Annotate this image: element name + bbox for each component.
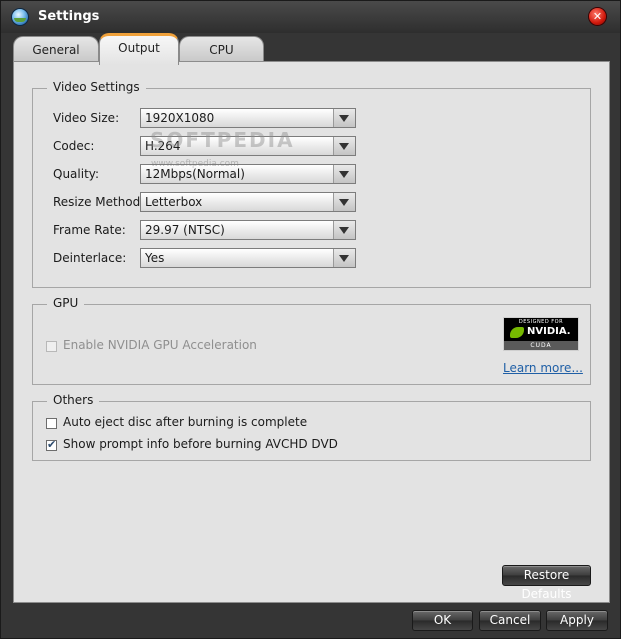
close-icon: ✕ — [592, 10, 603, 23]
video-size-select[interactable]: 1920X1080 — [140, 108, 356, 128]
app-globe-icon — [12, 9, 28, 25]
chevron-down-icon[interactable] — [333, 221, 355, 239]
codec-label: Codec: — [53, 139, 95, 153]
enable-gpu-label: Enable NVIDIA GPU Acceleration — [63, 338, 257, 352]
enable-gpu-checkbox[interactable] — [46, 341, 57, 352]
nvidia-eye-icon — [510, 327, 524, 338]
auto-eject-label: Auto eject disc after burning is complet… — [63, 415, 308, 429]
gpu-group: GPU Enable NVIDIA GPU Acceleration DESIG… — [32, 296, 591, 385]
apply-button[interactable]: Apply — [546, 610, 608, 631]
watermark: SOFTPEDIA — [150, 128, 295, 152]
deinterlace-select[interactable]: Yes — [140, 248, 356, 268]
close-button[interactable]: ✕ — [589, 8, 606, 25]
chevron-down-icon[interactable] — [333, 193, 355, 211]
tab-general[interactable]: General — [13, 36, 99, 61]
video-size-label: Video Size: — [53, 111, 120, 125]
video-settings-group: Video Settings Video Size: 1920X1080 Cod… — [32, 80, 591, 288]
watermark-url: www.softpedia.com — [151, 159, 239, 169]
tab-output[interactable]: Output — [99, 33, 179, 65]
chevron-down-icon[interactable] — [333, 137, 355, 155]
others-legend: Others — [47, 393, 100, 407]
output-tab-panel: Video Settings Video Size: 1920X1080 Cod… — [13, 61, 610, 603]
frame-rate-label: Frame Rate: — [53, 223, 126, 237]
chevron-down-icon[interactable] — [333, 249, 355, 267]
video-size-value: 1920X1080 — [145, 111, 215, 125]
restore-defaults-button[interactable]: Restore Defaults — [502, 565, 591, 601]
gpu-legend: GPU — [47, 296, 85, 310]
resize-method-select[interactable]: Letterbox — [140, 192, 356, 212]
show-prompt-checkbox[interactable] — [46, 438, 57, 451]
frame-rate-value: 29.97 (NTSC) — [145, 223, 225, 237]
show-prompt-label: Show prompt info before burning AVCHD DV… — [63, 437, 338, 451]
chevron-down-icon[interactable] — [333, 109, 355, 127]
frame-rate-select[interactable]: 29.97 (NTSC) — [140, 220, 356, 240]
quality-value: 12Mbps(Normal) — [145, 167, 245, 181]
title-bar[interactable]: Settings ✕ — [1, 1, 620, 33]
learn-more-link[interactable]: Learn more... — [503, 361, 583, 375]
chevron-down-icon[interactable] — [333, 165, 355, 183]
nvidia-cuda-logo: DESIGNED FOR NVIDIA. CUDA — [503, 317, 579, 351]
others-group: Others Auto eject disc after burning is … — [32, 393, 591, 461]
settings-window: Settings ✕ General Output CPU Video Sett… — [0, 0, 621, 639]
quality-label: Quality: — [53, 167, 100, 181]
auto-eject-checkbox[interactable] — [46, 418, 57, 429]
window-title: Settings — [38, 9, 100, 24]
ok-button[interactable]: OK — [412, 610, 473, 631]
deinterlace-value: Yes — [145, 251, 165, 265]
tab-cpu[interactable]: CPU — [179, 36, 264, 61]
resize-method-label: Resize Method: — [53, 195, 145, 209]
deinterlace-label: Deinterlace: — [53, 251, 127, 265]
video-settings-legend: Video Settings — [47, 80, 146, 94]
resize-method-value: Letterbox — [145, 195, 203, 209]
cancel-button[interactable]: Cancel — [479, 610, 541, 631]
